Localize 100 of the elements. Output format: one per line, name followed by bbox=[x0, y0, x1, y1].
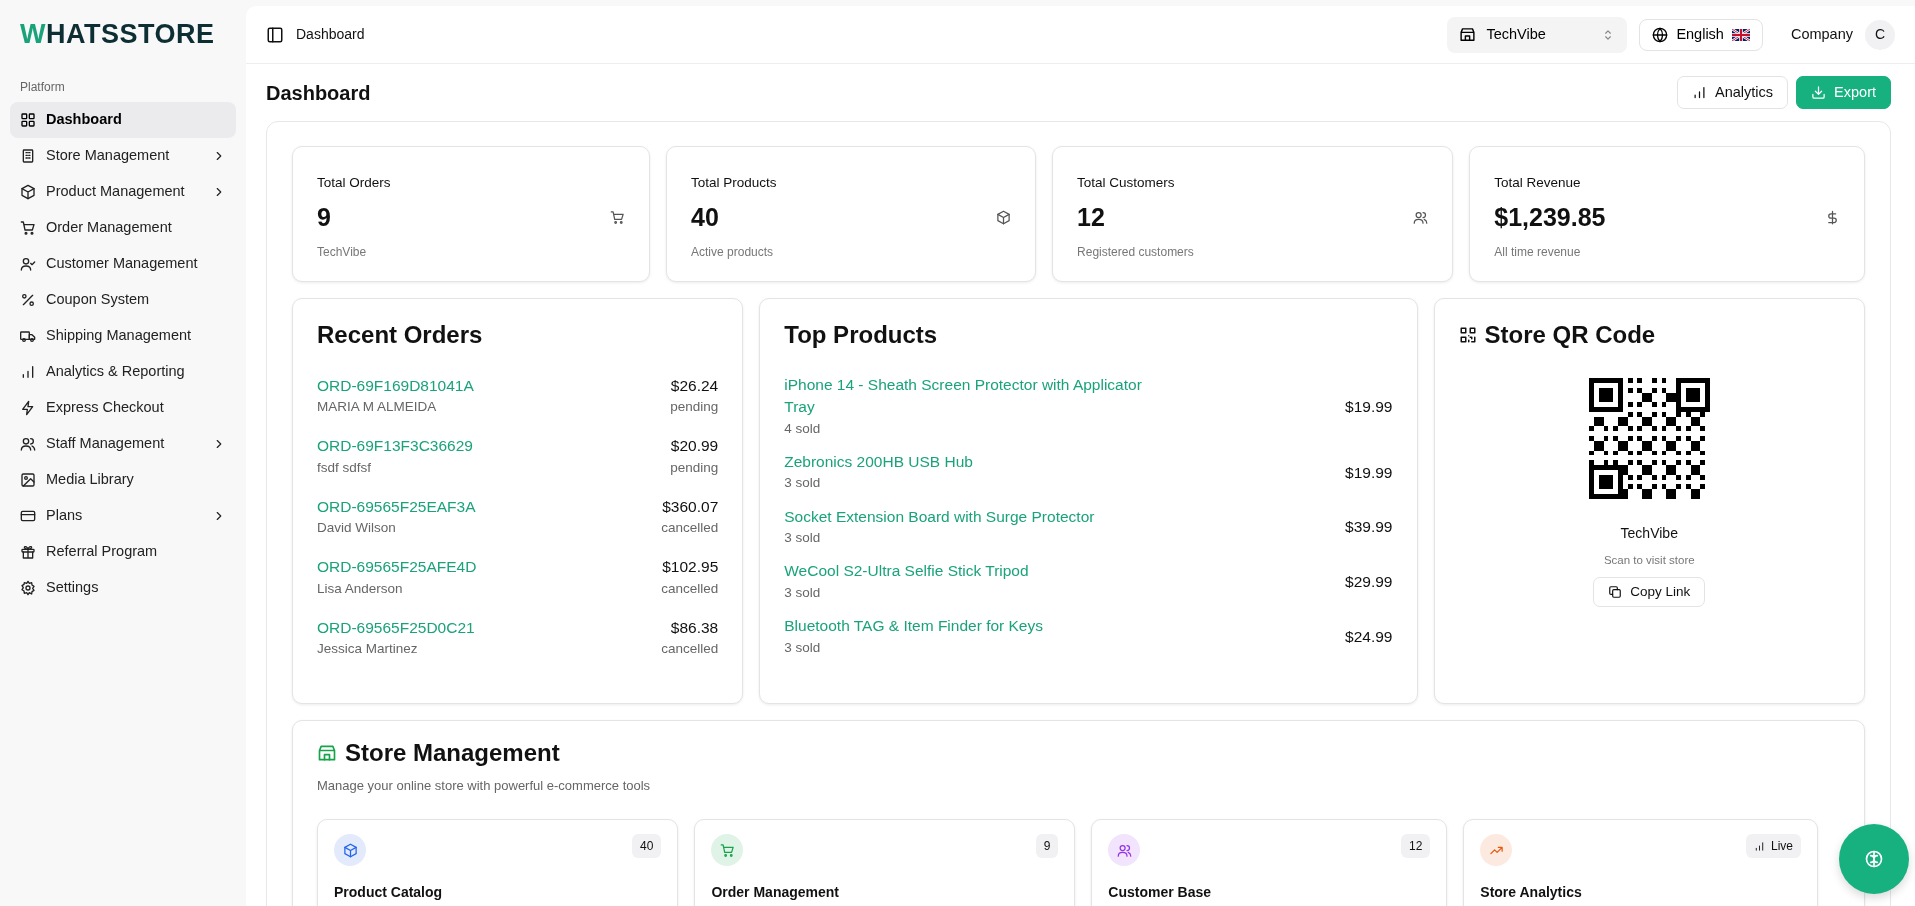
store-icon bbox=[1459, 26, 1477, 43]
card-title: Top Products bbox=[784, 321, 939, 350]
order-amount: $26.24 bbox=[670, 375, 719, 396]
flag-icon bbox=[1731, 28, 1750, 41]
stat-value: 9 bbox=[317, 202, 332, 234]
sold-count: 3 sold bbox=[784, 529, 822, 548]
stat-value: $1,239.85 bbox=[1494, 202, 1606, 234]
users-icon bbox=[20, 435, 36, 452]
card-title: Recent Orders bbox=[317, 321, 484, 350]
sidebar-item[interactable]: Order Management bbox=[10, 209, 236, 246]
customer-name: MARIA M ALMEIDA bbox=[317, 398, 438, 417]
stat-caption: Active products bbox=[691, 243, 775, 261]
analytics-button[interactable]: Analytics bbox=[1677, 76, 1789, 109]
sidebar-item[interactable]: Store Management bbox=[10, 137, 236, 174]
stat-title: Total Orders bbox=[317, 174, 391, 193]
section-title: Store Management bbox=[345, 739, 560, 768]
qr-code-icon bbox=[1458, 326, 1477, 345]
user-check-icon bbox=[20, 255, 36, 272]
stat-title: Total Customers bbox=[1077, 174, 1176, 193]
image-icon bbox=[20, 471, 36, 488]
feature-tile[interactable]: 9 Order Management bbox=[694, 819, 1076, 906]
feature-tile[interactable]: 12 Customer Base bbox=[1091, 819, 1448, 906]
bar-chart-icon bbox=[1754, 840, 1765, 852]
store-name: TechVibe bbox=[1620, 523, 1678, 543]
feature-tile[interactable]: 40 Product Catalog bbox=[317, 819, 679, 906]
floating-action-button[interactable] bbox=[1839, 824, 1909, 894]
stat-title: Total Revenue bbox=[1494, 174, 1582, 193]
sidebar-item[interactable]: Plans bbox=[10, 497, 236, 534]
bar-chart-icon bbox=[20, 363, 36, 380]
customer-name: Jessica Martinez bbox=[317, 640, 419, 659]
order-status: cancelled bbox=[661, 640, 719, 659]
order-status: cancelled bbox=[661, 519, 719, 538]
cart-icon bbox=[610, 209, 626, 225]
product-price: $24.99 bbox=[1345, 626, 1393, 647]
language-selector[interactable]: English bbox=[1639, 18, 1763, 51]
order-amount: $102.95 bbox=[662, 557, 719, 578]
download-icon bbox=[1811, 85, 1827, 100]
live-badge: Live bbox=[1746, 834, 1801, 859]
count-badge: 40 bbox=[632, 834, 662, 859]
tile-title: Product Catalog bbox=[334, 883, 444, 903]
copy-link-button[interactable]: Copy Link bbox=[1593, 577, 1706, 608]
stat-caption: All time revenue bbox=[1494, 243, 1582, 261]
customer-name: fsdf sdfsf bbox=[317, 458, 373, 477]
order-status: cancelled bbox=[661, 579, 719, 598]
percent-icon bbox=[20, 291, 36, 308]
sold-count: 3 sold bbox=[784, 583, 822, 602]
sold-count: 3 sold bbox=[784, 638, 822, 657]
sidebar-item[interactable]: Settings bbox=[10, 569, 236, 606]
count-badge: 9 bbox=[1035, 834, 1059, 859]
box-icon bbox=[20, 183, 36, 200]
users-icon bbox=[1413, 209, 1429, 225]
sidebar-item[interactable]: Express Checkout bbox=[10, 389, 236, 426]
sidebar-item[interactable]: Media Library bbox=[10, 461, 236, 498]
feature-tile[interactable]: Live Store Analytics bbox=[1463, 819, 1818, 906]
stat-caption: TechVibe bbox=[317, 243, 368, 261]
order-status: pending bbox=[670, 398, 719, 417]
sidebar-item[interactable]: Product Management bbox=[10, 173, 236, 210]
box-icon bbox=[996, 209, 1012, 225]
product-price: $29.99 bbox=[1345, 572, 1393, 593]
order-amount: $86.38 bbox=[670, 617, 719, 638]
sidebar-item[interactable]: Staff Management bbox=[10, 425, 236, 462]
sidebar-item[interactable]: Customer Management bbox=[10, 245, 236, 282]
order-amount: $360.07 bbox=[662, 496, 719, 517]
sidebar-item[interactable]: Dashboard bbox=[10, 101, 236, 138]
customer-name: David Wilson bbox=[317, 519, 397, 538]
lightning-icon bbox=[20, 399, 36, 416]
qr-caption: Scan to visit store bbox=[1603, 552, 1695, 568]
sold-count: 4 sold bbox=[784, 419, 822, 438]
bar-chart-icon bbox=[1692, 85, 1708, 100]
page-title: Dashboard bbox=[266, 80, 371, 105]
card-title: Store QR Code bbox=[1484, 321, 1656, 350]
sidebar-item[interactable]: Referral Program bbox=[10, 533, 236, 570]
sidebar-item[interactable]: Shipping Management bbox=[10, 317, 236, 354]
sidebar-item[interactable]: Analytics & Reporting bbox=[10, 353, 236, 390]
product-price: $39.99 bbox=[1345, 517, 1393, 538]
count-badge: 12 bbox=[1400, 834, 1431, 859]
product-price: $19.99 bbox=[1345, 462, 1393, 483]
section-subtitle: Manage your online store with powerful e-commerce tools bbox=[317, 776, 652, 795]
tile-title: Customer Base bbox=[1108, 883, 1212, 903]
order-status: pending bbox=[670, 458, 719, 477]
store-selector[interactable]: TechVibe bbox=[1447, 16, 1628, 53]
stat-caption: Registered customers bbox=[1077, 243, 1194, 261]
grid-icon bbox=[20, 111, 36, 128]
account-name[interactable]: Company bbox=[1790, 23, 1853, 46]
tile-title: Store Analytics bbox=[1480, 883, 1583, 903]
copy-icon bbox=[1608, 585, 1623, 600]
product-price: $19.99 bbox=[1345, 396, 1393, 417]
customer-name: Lisa Anderson bbox=[317, 579, 404, 598]
cart-icon bbox=[20, 219, 36, 236]
sold-count: 3 sold bbox=[784, 474, 822, 493]
sidebar-item[interactable]: Coupon System bbox=[10, 281, 236, 318]
gift-icon bbox=[20, 543, 36, 560]
stat-title: Total Products bbox=[691, 174, 777, 193]
dollar-icon bbox=[1825, 209, 1840, 225]
box-icon bbox=[342, 842, 358, 858]
avatar[interactable]: C bbox=[1865, 19, 1895, 50]
cart-icon bbox=[719, 842, 735, 858]
users-icon bbox=[1116, 842, 1132, 858]
order-amount: $20.99 bbox=[670, 436, 719, 457]
breadcrumb: Dashboard bbox=[296, 25, 365, 44]
